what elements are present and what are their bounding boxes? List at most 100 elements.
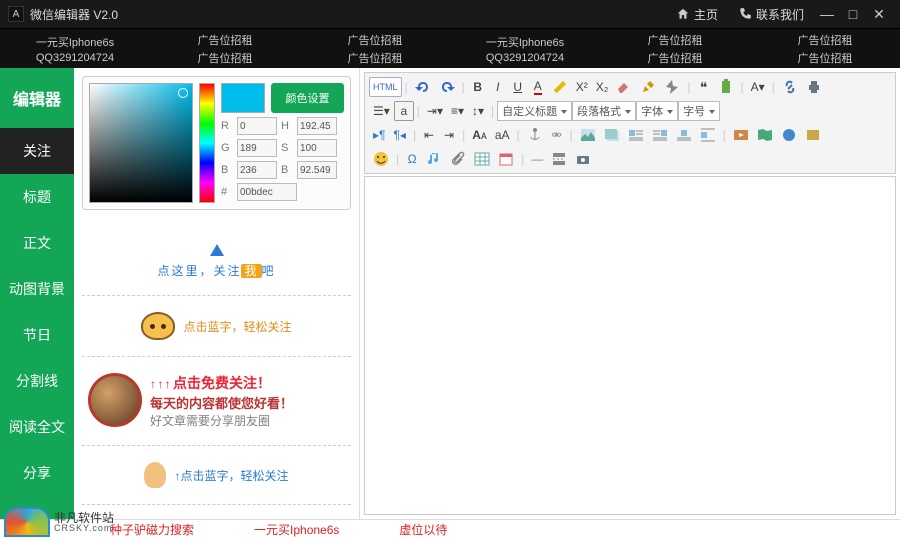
sidebar-item-editor[interactable]: 编辑器 [0,68,74,128]
template-item[interactable]: ↑ ↑ ↑ 点击免费关注！ 每天的内容都使您好看！ 好文章需要分享朋友圈 [82,357,351,446]
multi-image-button[interactable] [600,125,624,145]
clear-format-button[interactable] [612,77,636,97]
font-color-button[interactable]: A [528,77,548,97]
maximize-button[interactable]: □ [840,6,866,22]
font-family-button[interactable]: A▾ [747,77,769,97]
superscript-button[interactable]: X² [572,77,592,97]
pagebreak-button[interactable] [547,149,571,169]
brush-icon [640,79,656,95]
underline-button[interactable]: U [508,77,528,97]
ad-col[interactable]: 一元买Iphone6s QQ3291204724 [450,29,600,68]
home-link-label: 主页 [694,6,718,23]
boxed-text-button[interactable]: a [394,101,414,121]
sidebar-item-body[interactable]: 正文 [0,220,74,266]
globe-icon [781,127,797,143]
bold-button[interactable]: B [468,77,488,97]
date-button[interactable] [494,149,518,169]
editor-content[interactable] [364,176,896,515]
gmap-button[interactable] [777,125,801,145]
line-height-button[interactable]: ↕▾ [468,101,488,121]
subscript-button[interactable]: X₂ [592,77,613,97]
custom-title-select[interactable]: 自定义标题 [497,101,572,121]
print-button[interactable] [802,77,826,97]
lowercase-button[interactable]: aA [491,125,514,145]
remove-format-button[interactable] [660,77,684,97]
paste-button[interactable] [714,77,738,97]
image-center-button[interactable] [672,125,696,145]
font-size-select[interactable]: 字号 [678,101,720,121]
bottom-link[interactable]: 种子驴磁力搜索 [110,521,194,538]
input-s[interactable] [297,139,337,157]
bottom-link[interactable]: 虚位以待 [399,521,447,538]
snapshot-button[interactable] [571,149,595,169]
home-link[interactable]: 主页 [676,6,718,23]
emoji-button[interactable] [369,149,393,169]
image-none-button[interactable] [696,125,720,145]
html-source-button[interactable]: HTML [369,77,402,97]
font-select[interactable]: 字体 [636,101,678,121]
template-item[interactable]: 点击蓝字，轻松关注 [82,296,351,357]
sidebar-item-title[interactable]: 标题 [0,174,74,220]
images-icon [604,127,620,143]
outdent-button[interactable]: ⇤ [419,125,439,145]
code-button[interactable] [801,125,825,145]
uppercase-button[interactable]: Aᴀ [468,125,491,145]
contact-link[interactable]: 联系我们 [738,6,804,23]
sidebar-item-gif-bg[interactable]: 动图背景 [0,266,74,312]
bottom-link[interactable]: 一元买Iphone6s [254,521,339,538]
input-br[interactable] [297,161,337,179]
sidebar-item-share[interactable]: 分享 [0,450,74,496]
sidebar-item-readmore[interactable]: 阅读全文 [0,404,74,450]
format-brush-button[interactable] [636,77,660,97]
italic-button[interactable]: I [488,77,508,97]
sidebar-item-label: 节日 [23,325,51,345]
image-left-button[interactable] [624,125,648,145]
ad-col[interactable]: 广告位招租 广告位招租 [300,29,450,68]
ad-col[interactable]: 广告位招租 广告位招租 [750,29,900,68]
image-left-icon [628,127,644,143]
sidebar-item-holiday[interactable]: 节日 [0,312,74,358]
anchor-button[interactable] [523,125,547,145]
unlink-button[interactable]: ⚮ [547,125,567,145]
blockquote-button[interactable]: ❝ [694,77,714,97]
input-b[interactable] [237,161,277,179]
input-hex[interactable] [237,183,297,201]
image-right-button[interactable] [648,125,672,145]
video-button[interactable] [729,125,753,145]
close-button[interactable]: ✕ [866,6,892,23]
sidebar-item-divider[interactable]: 分割线 [0,358,74,404]
attachment-button[interactable] [446,149,470,169]
bg-color-button[interactable] [548,77,572,97]
template-item[interactable]: 点这里，关注我吧 [82,228,351,296]
rtl-button[interactable]: ¶◂ [389,125,409,145]
indent2-button[interactable]: ⇥ [439,125,459,145]
link-button[interactable] [778,77,802,97]
color-field[interactable] [89,83,193,203]
table-button[interactable] [470,149,494,169]
hr-button[interactable]: — [527,149,547,169]
map-button[interactable] [753,125,777,145]
sidebar-item-follow[interactable]: 关注 [0,128,74,174]
template-item[interactable]: ↑点击蓝字，轻松关注 [82,446,351,505]
redo-button[interactable] [435,77,459,97]
ad-col[interactable]: 广告位招租 广告位招租 [150,29,300,68]
input-g[interactable] [237,139,277,157]
align-button[interactable]: ≡▾ [447,101,468,121]
undo-button[interactable] [411,77,435,97]
input-r[interactable] [237,117,277,135]
template-list[interactable]: 点这里，关注我吧 点击蓝字，轻松关注 ↑ ↑ ↑ 点击免费关注！ 每天的内容都使… [74,218,359,519]
ad-col[interactable]: 广告位招租 广告位招租 [600,29,750,68]
map-icon [757,127,773,143]
hue-slider[interactable] [199,83,215,203]
special-char-button[interactable]: Ω [402,149,422,169]
music-button[interactable] [422,149,446,169]
image-button[interactable] [576,125,600,145]
input-h[interactable] [297,117,337,135]
paragraph-format-select[interactable]: 段落格式 [572,101,636,121]
ltr-button[interactable]: ▸¶ [369,125,389,145]
minimize-button[interactable]: — [814,6,840,22]
indent-button[interactable]: ⇥▾ [423,101,447,121]
unordered-list-button[interactable]: ☰▾ [369,101,394,121]
ad-col[interactable]: 一元买Iphone6s QQ3291204724 [0,29,150,68]
color-set-button[interactable]: 颜色设置 [271,83,344,113]
